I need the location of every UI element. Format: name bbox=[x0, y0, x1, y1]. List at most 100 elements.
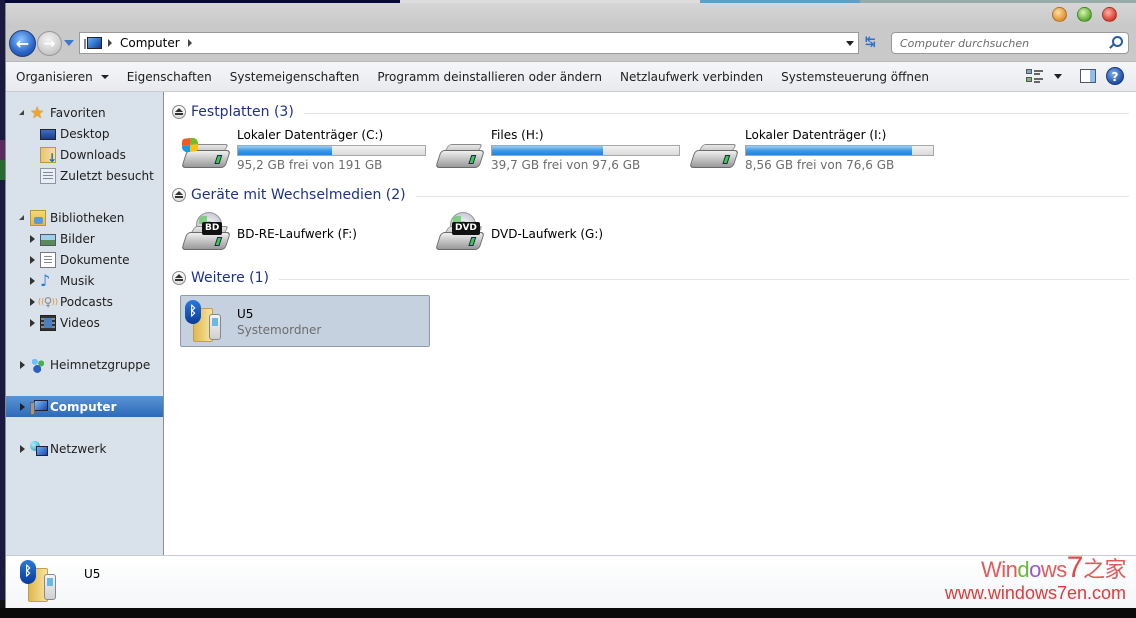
network-icon bbox=[30, 440, 48, 457]
expand-toggle[interactable] bbox=[28, 297, 37, 306]
group-divider bbox=[415, 195, 1129, 197]
details-item-name: U5 bbox=[84, 567, 101, 581]
music-icon: ♪ bbox=[40, 270, 51, 290]
sidebar-item-desktop[interactable]: Desktop bbox=[6, 123, 163, 144]
sidebar-item-label: Favoriten bbox=[50, 105, 106, 120]
maximize-button[interactable] bbox=[1077, 7, 1092, 22]
sidebar-item-label: Dokumente bbox=[60, 252, 130, 267]
navigation-bar: ← → Computer ↹ bbox=[6, 27, 1136, 61]
expand-toggle[interactable] bbox=[28, 255, 37, 264]
sidebar-item-computer[interactable]: Computer bbox=[6, 396, 163, 417]
sidebar-item-podcasts[interactable]: ♀ Podcasts bbox=[6, 291, 163, 312]
videos-icon bbox=[40, 314, 56, 331]
collapse-group-icon[interactable] bbox=[172, 105, 186, 119]
expand-toggle[interactable] bbox=[18, 360, 27, 369]
breadcrumb-separator[interactable] bbox=[108, 39, 112, 47]
search-icon[interactable] bbox=[1108, 36, 1123, 50]
drive-usage-bar bbox=[491, 145, 680, 156]
drive-name: Files (H:) bbox=[491, 128, 544, 142]
group-header-other[interactable]: Weitere (1) bbox=[172, 268, 1129, 288]
watermark-url: www.windows7en.com bbox=[944, 583, 1126, 603]
sidebar-item-label: Downloads bbox=[60, 147, 126, 162]
expand-toggle[interactable] bbox=[18, 108, 27, 117]
organize-button[interactable]: Organisieren bbox=[6, 65, 118, 89]
sidebar-item-documents[interactable]: Dokumente bbox=[6, 249, 163, 270]
properties-button[interactable]: Eigenschaften bbox=[118, 65, 221, 89]
sidebar-item-libraries[interactable]: Bibliotheken bbox=[6, 207, 163, 228]
item-name: U5 bbox=[237, 307, 254, 321]
organize-label: Organisieren bbox=[16, 69, 93, 84]
sidebar-item-label: Podcasts bbox=[60, 294, 113, 309]
minimize-button[interactable] bbox=[1052, 7, 1067, 22]
item-tile-u5[interactable]: ᛒ U5 Systemordner bbox=[180, 295, 430, 347]
sidebar-item-videos[interactable]: Videos bbox=[6, 312, 163, 333]
map-network-drive-button[interactable]: Netzlaufwerk verbinden bbox=[611, 65, 772, 89]
expand-toggle[interactable] bbox=[18, 444, 27, 453]
change-view-icon[interactable] bbox=[1026, 68, 1044, 84]
recent-pages-dropdown[interactable] bbox=[64, 40, 74, 46]
drive-name: BD-RE-Laufwerk (F:) bbox=[237, 227, 357, 241]
address-bar[interactable]: Computer bbox=[79, 32, 859, 54]
view-options-dropdown[interactable] bbox=[1054, 73, 1062, 79]
sidebar-item-pictures[interactable]: Bilder bbox=[6, 228, 163, 249]
breadcrumb-computer[interactable]: Computer bbox=[120, 36, 180, 50]
sidebar-item-label: Zuletzt besucht bbox=[60, 168, 154, 183]
bluetooth-icon: ᛒ bbox=[20, 560, 36, 584]
sidebar-item-downloads[interactable]: Downloads bbox=[6, 144, 163, 165]
breadcrumb-separator[interactable] bbox=[187, 39, 192, 47]
title-bar bbox=[6, 3, 1136, 27]
collapse-group-icon[interactable] bbox=[172, 188, 186, 202]
sidebar-item-music[interactable]: ♪ Musik bbox=[6, 270, 163, 291]
search-box bbox=[891, 32, 1129, 54]
group-title: Weitere (1) bbox=[191, 270, 269, 286]
expand-toggle[interactable] bbox=[28, 318, 37, 327]
sidebar-item-recent-places[interactable]: Zuletzt besucht bbox=[6, 165, 163, 186]
drive-tile-g[interactable]: DVD DVD-Laufwerk (G:) bbox=[432, 210, 684, 260]
sidebar-item-label: Musik bbox=[60, 273, 95, 288]
sidebar-item-favorites[interactable]: ★ Favoriten bbox=[6, 102, 163, 123]
drive-tile-h[interactable]: Files (H:) 39,7 GB frei von 97,6 GB bbox=[432, 128, 684, 178]
file-list: Festplatten (3) Lokaler Datenträger (C:)… bbox=[164, 92, 1136, 555]
navigation-pane: ★ Favoriten Desktop Downloads Zuletzt be… bbox=[6, 92, 164, 555]
refresh-icon: ↹ bbox=[865, 35, 876, 50]
star-icon: ★ bbox=[30, 102, 45, 122]
sidebar-item-network[interactable]: Netzwerk bbox=[6, 438, 163, 459]
drive-name: Lokaler Datenträger (I:) bbox=[745, 128, 887, 142]
uninstall-program-button[interactable]: Programm deinstallieren oder ändern bbox=[368, 65, 611, 89]
expand-toggle[interactable] bbox=[28, 234, 37, 243]
close-button[interactable] bbox=[1102, 7, 1117, 22]
sidebar-item-label: Netzwerk bbox=[50, 441, 107, 456]
open-control-panel-button[interactable]: Systemsteuerung öffnen bbox=[772, 65, 938, 89]
drive-tile-i[interactable]: Lokaler Datenträger (I:) 8,56 GB frei vo… bbox=[686, 128, 938, 178]
sidebar-item-homegroup[interactable]: Heimnetzgruppe bbox=[6, 354, 163, 375]
explorer-window: ← → Computer ↹ Organisieren Eigenschafte… bbox=[5, 3, 1136, 608]
preview-pane-icon[interactable] bbox=[1080, 69, 1096, 83]
drive-tile-c[interactable]: Lokaler Datenträger (C:) 95,2 GB frei vo… bbox=[178, 128, 430, 178]
sidebar-item-label: Videos bbox=[60, 315, 100, 330]
expand-toggle[interactable] bbox=[28, 276, 37, 285]
collapse-group-icon[interactable] bbox=[172, 271, 186, 285]
back-button[interactable]: ← bbox=[9, 30, 36, 57]
group-header-removable[interactable]: Geräte mit Wechselmedien (2) bbox=[172, 185, 1129, 205]
chevron-down-icon bbox=[100, 75, 109, 79]
search-input[interactable] bbox=[900, 36, 1100, 50]
item-type: Systemordner bbox=[237, 323, 322, 337]
refresh-button[interactable]: ↹ bbox=[865, 35, 883, 51]
drive-free-space: 8,56 GB frei von 76,6 GB bbox=[745, 158, 895, 172]
expand-toggle[interactable] bbox=[18, 402, 27, 411]
group-title: Festplatten (3) bbox=[191, 104, 294, 120]
forward-button[interactable]: → bbox=[37, 31, 62, 56]
expand-toggle[interactable] bbox=[18, 213, 27, 222]
hard-drive-icon bbox=[689, 138, 739, 172]
drive-usage-bar bbox=[745, 145, 934, 156]
group-header-hard-drives[interactable]: Festplatten (3) bbox=[172, 102, 1129, 122]
drive-tile-f[interactable]: BD BD-RE-Laufwerk (F:) bbox=[178, 210, 430, 260]
help-icon[interactable]: ? bbox=[1106, 67, 1124, 85]
system-properties-button[interactable]: Systemeigenschaften bbox=[221, 65, 369, 89]
computer-icon bbox=[30, 399, 48, 415]
watermark: Windows7之家 www.windows7en.com bbox=[916, 553, 1127, 605]
arrow-right-icon: → bbox=[43, 35, 56, 52]
drive-usage-bar bbox=[237, 145, 426, 156]
address-history-dropdown[interactable] bbox=[846, 41, 854, 46]
group-divider bbox=[303, 112, 1129, 114]
